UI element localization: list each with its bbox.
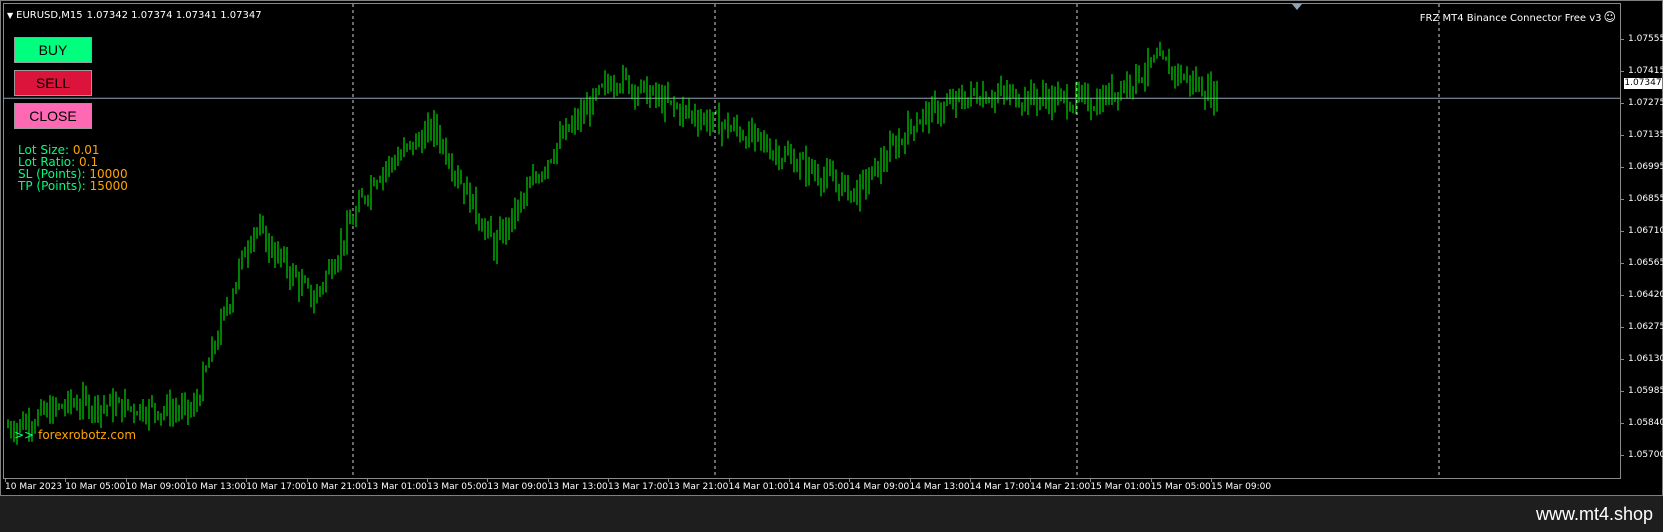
promo-link[interactable]: >> forexrobotz.com xyxy=(14,428,136,442)
price-tick-label: 1.06710 xyxy=(1619,226,1663,236)
chart-window[interactable]: ▼ EURUSD,M15 1.07342 1.07374 1.07341 1.073… xyxy=(0,0,1663,496)
ohlc-values: 1.07342 1.07374 1.07341 1.07347 xyxy=(86,10,262,21)
tp-value: 15000 xyxy=(89,179,128,193)
time-tick-label: 10 Mar 05:00 xyxy=(65,479,126,492)
time-tick-label: 15 Mar 05:00 xyxy=(1150,479,1211,492)
price-tick-label: 1.05840 xyxy=(1619,418,1663,428)
symbol-header: ▼ EURUSD,M15 1.07342 1.07374 1.07341 1.073… xyxy=(7,10,266,21)
price-tick-label: 1.05985 xyxy=(1619,386,1663,396)
price-tick-label: 1.05700 xyxy=(1619,450,1663,460)
time-tick-label: 15 Mar 01:00 xyxy=(1090,479,1151,492)
time-tick-label: 13 Mar 05:00 xyxy=(427,479,488,492)
time-tick-label: 10 Mar 09:00 xyxy=(125,479,186,492)
price-tick-label: 1.06130 xyxy=(1619,354,1663,364)
time-tick-label: 14 Mar 13:00 xyxy=(909,479,970,492)
price-tick-label: 1.06275 xyxy=(1619,322,1663,332)
price-tick-label: 1.07415 xyxy=(1619,66,1663,76)
current-price-tag: 1.07347 xyxy=(1624,78,1662,89)
time-tick-label: 13 Mar 17:00 xyxy=(608,479,669,492)
close-button[interactable]: CLOSE xyxy=(14,103,92,129)
price-tick-label: 1.07275 xyxy=(1619,98,1663,108)
chart-plot-area[interactable]: ▼ EURUSD,M15 1.07342 1.07374 1.07341 1.073… xyxy=(3,3,1621,479)
expert-advisor-title: FRZ MT4 Binance Connector Free v3 ☺ xyxy=(1420,10,1616,24)
buy-button[interactable]: BUY xyxy=(14,37,92,63)
shift-marker-icon[interactable] xyxy=(1292,4,1302,10)
ea-name: FRZ MT4 Binance Connector Free v3 xyxy=(1419,13,1602,24)
time-axis[interactable]: 10 Mar 2023 10 Mar 05:00 10 Mar 09:00 10 Ma… xyxy=(3,479,1621,495)
promo-site[interactable]: forexrobotz.com xyxy=(38,428,136,442)
sell-button[interactable]: SELL xyxy=(14,70,92,96)
tp-info: TP (Points): 15000 xyxy=(18,180,128,192)
smiley-icon[interactable]: ☺ xyxy=(1603,10,1616,24)
time-tick-label: 14 Mar 01:00 xyxy=(728,479,789,492)
time-tick-label: 10 Mar 17:00 xyxy=(246,479,307,492)
symbol-label: EURUSD,M15 xyxy=(16,10,83,21)
price-tick-label: 1.06855 xyxy=(1619,194,1663,204)
promo-arrow: >> xyxy=(14,428,35,442)
time-tick-label: 10 Mar 21:00 xyxy=(306,479,367,492)
time-tick-label: 13 Mar 09:00 xyxy=(487,479,548,492)
tp-label: TP (Points): xyxy=(18,179,86,193)
time-tick-label: 13 Mar 01:00 xyxy=(366,479,427,492)
price-axis[interactable]: 1.07555 1.07415 1.07275 1.07135 1.06995 1.068… xyxy=(1619,3,1663,479)
candle-series xyxy=(4,4,1620,478)
price-tick-label: 1.06995 xyxy=(1619,162,1663,172)
time-tick-label: 10 Mar 2023 xyxy=(5,479,63,492)
price-tick-label: 1.07555 xyxy=(1619,34,1663,44)
price-tick-label: 1.06420 xyxy=(1619,290,1663,300)
time-tick-label: 15 Mar 09:00 xyxy=(1211,479,1272,492)
time-tick-label: 13 Mar 21:00 xyxy=(668,479,729,492)
dropdown-triangle-icon[interactable]: ▼ xyxy=(7,11,13,20)
time-tick-label: 13 Mar 13:00 xyxy=(547,479,608,492)
time-tick-label: 14 Mar 09:00 xyxy=(849,479,910,492)
time-tick-label: 14 Mar 17:00 xyxy=(969,479,1030,492)
price-tick-label: 1.06565 xyxy=(1619,258,1663,268)
time-tick-label: 14 Mar 05:00 xyxy=(788,479,849,492)
time-tick-label: 10 Mar 13:00 xyxy=(185,479,246,492)
time-tick-label: 14 Mar 21:00 xyxy=(1030,479,1091,492)
price-tick-label: 1.07135 xyxy=(1619,130,1663,140)
footer-site: www.mt4.shop xyxy=(1535,504,1653,524)
